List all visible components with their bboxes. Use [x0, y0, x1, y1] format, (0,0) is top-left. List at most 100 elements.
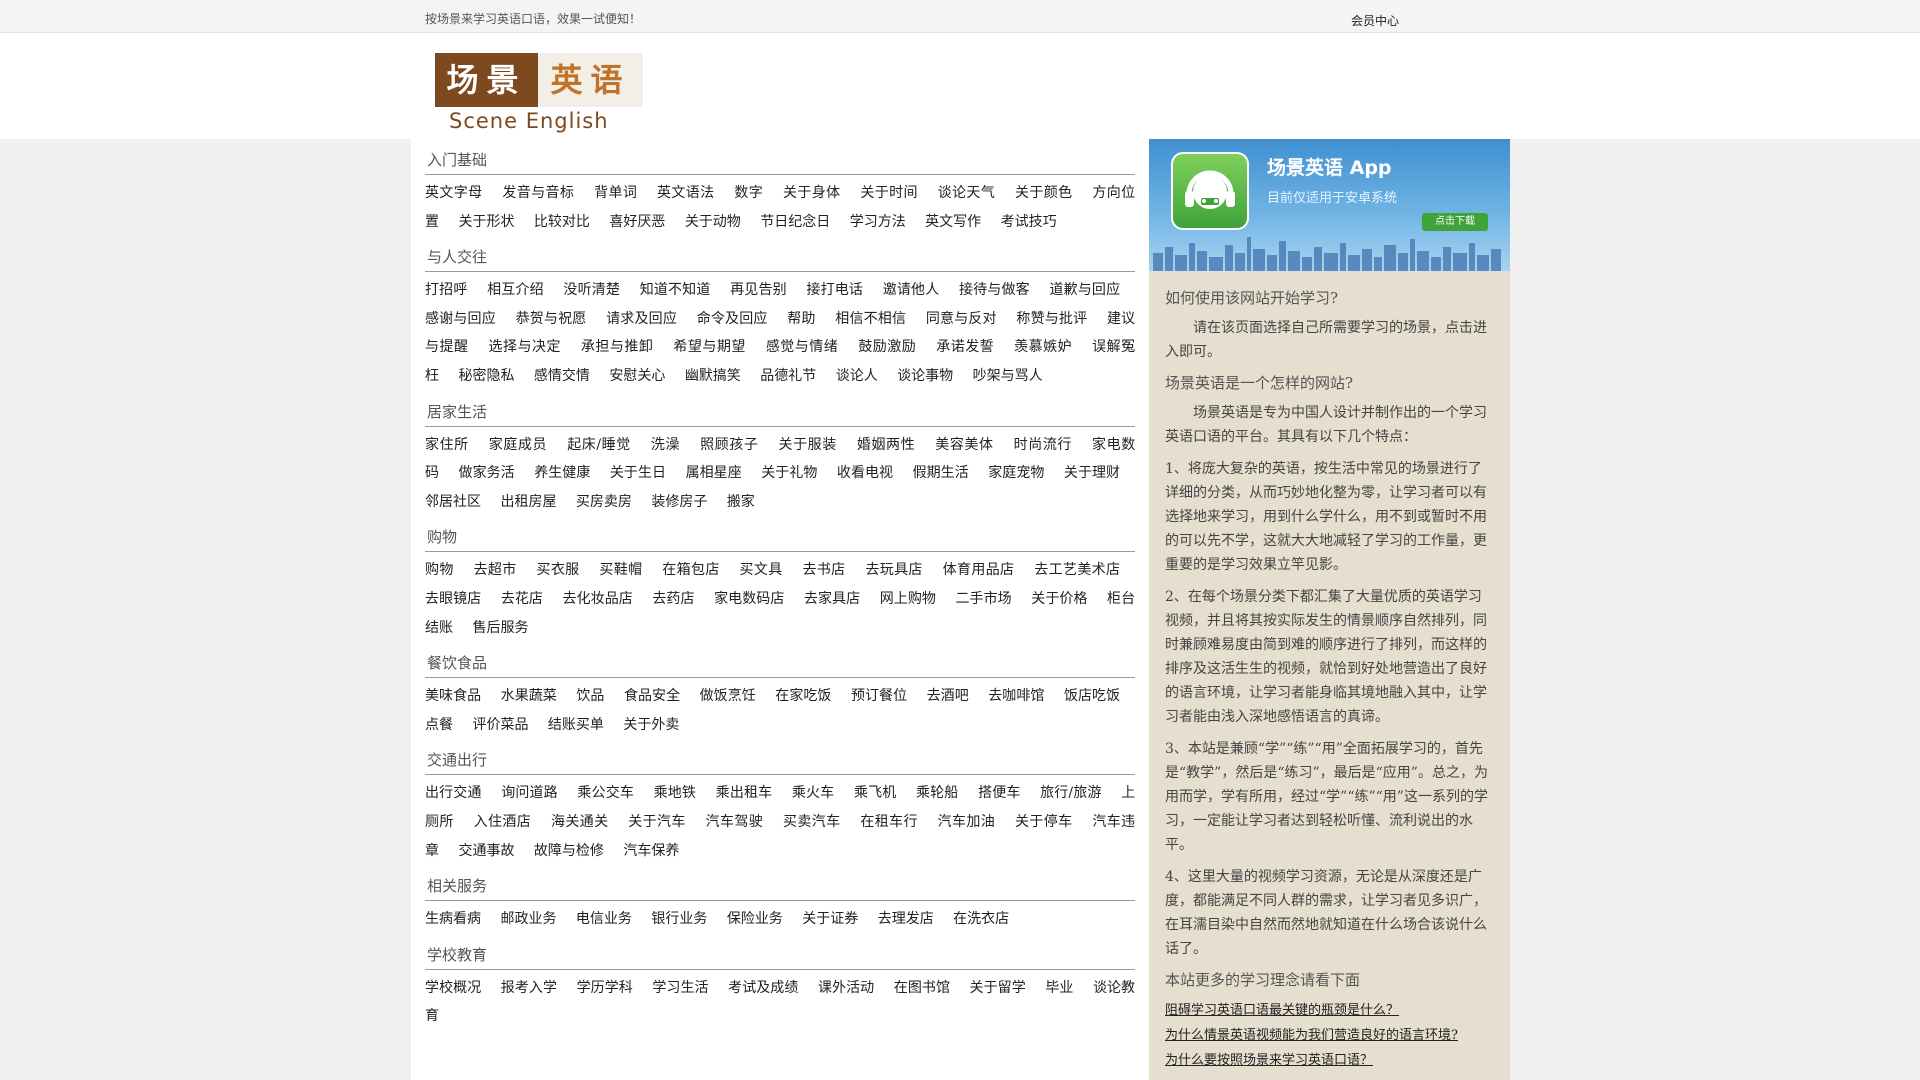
scene-link[interactable]: 去书店	[802, 562, 845, 578]
scene-link[interactable]: 学习生活	[652, 980, 708, 996]
scene-link[interactable]: 保险业务	[727, 911, 783, 927]
scene-link[interactable]: 在家吃饭	[775, 688, 831, 704]
scene-link[interactable]: 学历学科	[577, 980, 633, 996]
scene-link[interactable]: 买鞋帽	[599, 562, 642, 578]
scene-link[interactable]: 故障与检修	[534, 843, 604, 859]
scene-link[interactable]: 买房卖房	[576, 494, 632, 510]
scene-link[interactable]: 发音与音标	[502, 185, 574, 201]
scene-link[interactable]: 希望与期望	[673, 339, 746, 355]
scene-link[interactable]: 预订餐位	[851, 688, 907, 704]
scene-link[interactable]: 去玩具店	[865, 562, 922, 578]
scene-link[interactable]: 喜好厌恶	[609, 214, 665, 230]
scene-link[interactable]: 去酒吧	[927, 688, 969, 704]
scene-link[interactable]: 美味食品	[425, 688, 481, 704]
scene-link[interactable]: 出行交通	[425, 785, 482, 801]
scene-link[interactable]: 入住酒店	[474, 814, 532, 830]
scene-link[interactable]: 考试及成绩	[728, 980, 798, 996]
scene-link[interactable]: 饭店吃饭	[1064, 688, 1120, 704]
scene-link[interactable]: 在箱包店	[662, 562, 719, 578]
scene-link[interactable]: 家电数码店	[714, 591, 784, 607]
scene-link[interactable]: 关于生日	[610, 465, 666, 481]
scene-link[interactable]: 照顾孩子	[700, 437, 758, 453]
scene-link[interactable]: 乘飞机	[854, 785, 896, 801]
scene-link[interactable]: 没听清楚	[563, 282, 620, 298]
scene-link[interactable]: 称赞与批评	[1016, 311, 1087, 327]
scene-link[interactable]: 关于礼物	[761, 465, 817, 481]
scene-link[interactable]: 乘公交车	[577, 785, 634, 801]
scene-link[interactable]: 秘密隐私	[458, 368, 514, 384]
scene-link[interactable]: 结账买单	[548, 717, 604, 733]
scene-link[interactable]: 购物	[425, 562, 454, 578]
scene-link[interactable]: 养生健康	[534, 465, 590, 481]
scene-link[interactable]: 去花店	[501, 591, 543, 607]
scene-link[interactable]: 去咖啡馆	[988, 688, 1044, 704]
scene-link[interactable]: 搭便车	[978, 785, 1020, 801]
scene-link[interactable]: 询问道路	[501, 785, 558, 801]
scene-link[interactable]: 食品安全	[624, 688, 680, 704]
scene-link[interactable]: 承诺发誓	[936, 339, 994, 355]
scene-link[interactable]: 关于颜色	[1015, 185, 1073, 201]
scene-link[interactable]: 谈论天气	[938, 185, 996, 201]
scene-link[interactable]: 相互介绍	[487, 282, 544, 298]
scene-link[interactable]: 去超市	[474, 562, 517, 578]
scene-link[interactable]: 学校概况	[425, 980, 481, 996]
scene-link[interactable]: 再见告别	[730, 282, 787, 298]
scene-link[interactable]: 旅行/旅游	[1040, 785, 1101, 801]
scene-link[interactable]: 关于汽车	[628, 814, 686, 830]
scene-link[interactable]: 关于停车	[1015, 814, 1073, 830]
scene-link[interactable]: 体育用品店	[943, 562, 1015, 578]
scene-link[interactable]: 关于形状	[458, 214, 514, 230]
scene-link[interactable]: 感谢与回应	[425, 311, 496, 327]
scene-link[interactable]: 吵架与骂人	[973, 368, 1043, 384]
scene-link[interactable]: 承担与推卸	[581, 339, 654, 355]
scene-link[interactable]: 关于动物	[685, 214, 741, 230]
scene-link[interactable]: 装修房子	[651, 494, 707, 510]
scene-link[interactable]: 关于理财	[1064, 465, 1120, 481]
scene-link[interactable]: 起床/睡觉	[567, 437, 631, 453]
scene-link[interactable]: 去家具店	[804, 591, 860, 607]
article-link[interactable]: 阻碍学习英语口语最关键的瓶颈是什么？	[1165, 998, 1494, 1023]
scene-link[interactable]: 在租车行	[860, 814, 918, 830]
scene-link[interactable]: 关于证券	[802, 911, 858, 927]
scene-link[interactable]: 汽车保养	[623, 843, 679, 859]
scene-link[interactable]: 关于服装	[778, 437, 836, 453]
scene-link[interactable]: 在图书馆	[894, 980, 950, 996]
article-link[interactable]: 为什么情景英语视频能为我们营造良好的语言环境?	[1165, 1023, 1494, 1048]
scene-link[interactable]: 英文写作	[925, 214, 981, 230]
scene-link[interactable]: 售后服务	[472, 620, 528, 636]
download-button[interactable]: 点击下载	[1422, 213, 1488, 231]
site-logo[interactable]: 场景 英语 Scene English	[435, 53, 643, 137]
scene-link[interactable]: 邮政业务	[500, 911, 556, 927]
scene-link[interactable]: 道歉与回应	[1049, 282, 1120, 298]
scene-link[interactable]: 收看电视	[837, 465, 893, 481]
scene-link[interactable]: 乘轮船	[916, 785, 958, 801]
scene-link[interactable]: 命令及回应	[697, 311, 768, 327]
scene-link[interactable]: 海关通关	[551, 814, 609, 830]
scene-link[interactable]: 时尚流行	[1014, 437, 1072, 453]
scene-link[interactable]: 感情交情	[534, 368, 590, 384]
scene-link[interactable]: 婚姻两性	[857, 437, 915, 453]
scene-link[interactable]: 相信不相信	[835, 311, 906, 327]
scene-link[interactable]: 去药店	[652, 591, 694, 607]
scene-link[interactable]: 邻居社区	[425, 494, 481, 510]
scene-link[interactable]: 去理发店	[878, 911, 934, 927]
scene-link[interactable]: 邀请他人	[883, 282, 940, 298]
scene-link[interactable]: 家住所	[425, 437, 469, 453]
scene-link[interactable]: 生病看病	[425, 911, 481, 927]
scene-link[interactable]: 数字	[734, 185, 763, 201]
scene-link[interactable]: 饮品	[576, 688, 604, 704]
scene-link[interactable]: 谈论人	[836, 368, 878, 384]
scene-link[interactable]: 同意与反对	[926, 311, 997, 327]
scene-link[interactable]: 二手市场	[955, 591, 1011, 607]
scene-link[interactable]: 比较对比	[534, 214, 590, 230]
scene-link[interactable]: 交通事故	[458, 843, 514, 859]
scene-link[interactable]: 属相星座	[686, 465, 742, 481]
scene-link[interactable]: 乘火车	[792, 785, 834, 801]
scene-link[interactable]: 幽默搞笑	[685, 368, 741, 384]
scene-link[interactable]: 帮助	[787, 311, 815, 327]
scene-link[interactable]: 出租房屋	[500, 494, 556, 510]
scene-link[interactable]: 英文语法	[657, 185, 715, 201]
app-download-banner[interactable]: 场景英语 App 目前仅适用于安卓系统 点击下载	[1149, 139, 1510, 271]
scene-link[interactable]: 买卖汽车	[783, 814, 841, 830]
scene-link[interactable]: 节日纪念日	[760, 214, 830, 230]
